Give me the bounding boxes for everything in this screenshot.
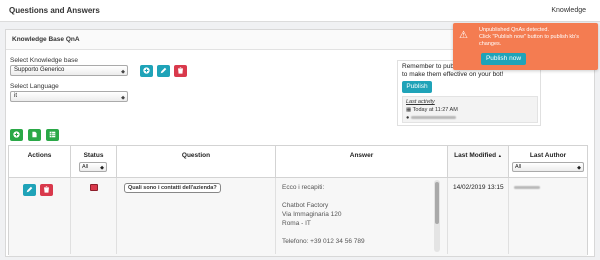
author-filter-select[interactable]: All ◆ [512,162,584,172]
row-answer-cell: Ecco i recapiti: Chatbot Factory Via Imm… [276,178,448,254]
col-last-modified-label: Last Modified [454,152,497,159]
answer-scrollbar-thumb[interactable] [435,182,439,224]
toast-line2: Click "Publish now" button to publish kb… [479,34,580,40]
row-status-cell [71,178,117,254]
answer-line: Telefono: +39 012 34 56 789 [282,238,365,245]
delete-qna-button[interactable] [40,184,53,196]
language-select-value: it [14,93,17,99]
chevron-updown-icon: ◆ [577,165,581,171]
last-activity-user-row: ● [406,115,456,121]
trash-icon [44,186,49,193]
table-icon [49,131,56,138]
knowledge-base-select[interactable]: Supporto Generico ◆ [10,65,128,76]
lang-select-label: Select Language [10,83,59,90]
row-actions-cell [9,178,71,254]
col-last-author: Last Author All ◆ [509,146,587,178]
chevron-updown-icon: ◆ [121,95,125,101]
qna-table: Actions Status All ◆ Question Answer Las… [8,145,588,256]
add-qna-button[interactable] [10,129,23,141]
publish-button[interactable]: Publish [402,81,432,93]
page-title: Questions and Answers [9,6,100,15]
col-question[interactable]: Question [117,146,276,178]
toast-line3: changes. [479,41,502,47]
last-activity-time-row: ▦ Today at 11:27 AM [406,107,458,113]
breadcrumb-knowledge[interactable]: Knowledge [551,7,586,14]
last-activity-box: Last activity ▦ Today at 11:27 AM ● [402,96,538,123]
last-modified-value: 14/02/2019 13:15 [453,184,504,191]
last-activity-label: Last activity [406,99,435,105]
user-icon: ● [406,115,410,121]
toast-line1: Unpublished QnAs detected. [479,27,550,33]
col-actions: Actions [9,146,71,178]
publish-reminder-line2: to make them effective on your bot! [402,71,504,78]
plus-icon [13,131,20,138]
chevron-updown-icon: ◆ [100,165,104,171]
file-icon [32,131,37,138]
answer-line [282,192,365,201]
language-select[interactable]: it ◆ [10,91,128,102]
last-activity-time: Today at 11:27 AM [412,107,458,113]
panel-title: Knowledge Base QnA [12,36,80,43]
delete-kb-button[interactable] [174,65,187,77]
answer-line: Ecco i recapiti: [282,184,325,191]
table-row: Quali sono i contatti dell'azienda? Ecco… [9,178,587,256]
col-answer[interactable]: Answer [276,146,448,178]
answer-line [282,228,365,237]
col-status: Status All ◆ [71,146,117,178]
pencil-icon [26,186,33,193]
col-last-modified[interactable]: Last Modified ▲ [448,146,509,178]
question-tag[interactable]: Quali sono i contatti dell'azienda? [124,183,221,193]
publish-now-button[interactable]: Publish now [481,53,526,65]
row-question-cell: Quali sono i contatti dell'azienda? [117,178,276,254]
row-last-author-cell [509,178,587,254]
add-kb-button[interactable] [140,65,153,77]
answer-line: Chatbot Factory [282,202,329,209]
answer-line: Via Immaginaria 120 [282,211,342,218]
export-spreadsheet-button[interactable] [46,129,59,141]
author-filter-value: All [515,164,522,170]
redacted-author-name [514,186,540,189]
top-bar: Questions and Answers Knowledge [0,0,600,22]
answer-scrollbar[interactable] [434,180,440,252]
warning-icon: ⚠ [459,30,468,41]
col-last-author-label: Last Author [529,152,567,159]
status-filter-select[interactable]: All ◆ [79,162,107,172]
answer-text[interactable]: Ecco i recapiti: Chatbot Factory Via Imm… [282,183,365,246]
kb-select-label: Select Knowledge base [10,57,78,64]
status-unpublished-checkbox[interactable] [90,184,98,191]
edit-kb-button[interactable] [157,65,170,77]
trash-icon [178,67,183,74]
import-file-button[interactable] [28,129,41,141]
redacted-user-name [410,116,456,120]
edit-qna-button[interactable] [23,184,36,196]
pencil-icon [160,67,167,74]
row-last-modified-cell: 14/02/2019 13:15 [448,178,509,254]
calendar-icon: ▦ [406,107,412,113]
toast-message: Unpublished QnAs detected. Click "Publis… [479,27,594,48]
knowledge-base-select-value: Supporto Generico [14,67,65,73]
unpublished-toast: ⚠ Unpublished QnAs detected. Click "Publ… [453,23,598,70]
status-filter-value: All [82,164,89,170]
plus-icon [143,67,150,74]
col-status-label: Status [83,152,104,159]
chevron-updown-icon: ◆ [121,69,125,75]
answer-line: Roma - IT [282,220,311,227]
sort-asc-icon: ▲ [497,153,502,158]
